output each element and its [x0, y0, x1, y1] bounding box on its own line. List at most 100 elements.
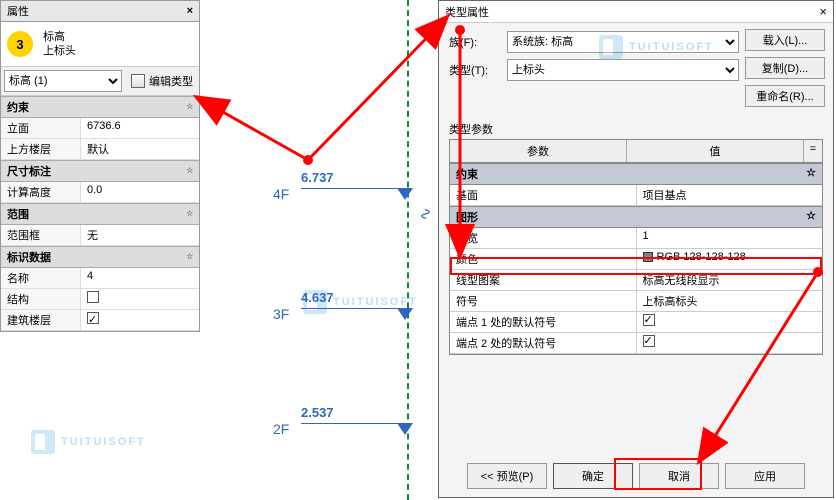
close-icon[interactable]: × — [187, 5, 193, 17]
param-row[interactable]: 线宽1 — [450, 228, 822, 249]
copy-button[interactable]: 复制(D)... — [745, 57, 825, 79]
property-value[interactable]: 6736.6 — [81, 118, 199, 138]
instance-selector-row: 标高 (1) 编辑类型 — [1, 67, 199, 96]
checkbox-icon[interactable]: ✓ — [87, 312, 99, 324]
color-swatch — [643, 252, 653, 262]
type-label: 上标头 — [43, 44, 76, 58]
property-row[interactable]: 建筑楼层✓ — [1, 310, 199, 331]
param-value[interactable] — [637, 333, 823, 353]
instance-selector[interactable]: 标高 (1) — [4, 70, 122, 92]
col-value: 值 — [627, 140, 804, 162]
watermark-logo-icon — [31, 430, 55, 454]
param-key: 颜色 — [450, 249, 637, 269]
param-value[interactable]: 1 — [637, 228, 823, 248]
property-key: 立面 — [1, 118, 81, 138]
col-param: 参数 — [450, 140, 627, 162]
level-head-icon — [397, 423, 413, 435]
family-label: 族(F): — [449, 34, 507, 50]
param-value[interactable]: 项目基点 — [637, 185, 823, 205]
level-floor: 3F — [273, 306, 289, 322]
property-value[interactable] — [81, 289, 199, 309]
type-parameters-label: 类型参数 — [449, 121, 823, 137]
type-label: 类型(T): — [449, 62, 507, 78]
table-header: 参数 值 = — [450, 140, 822, 163]
property-row[interactable]: 范围框无 — [1, 225, 199, 246]
close-icon[interactable]: × — [819, 4, 827, 19]
property-value[interactable]: ✓ — [81, 310, 199, 330]
param-key: 基面 — [450, 185, 637, 205]
level-head-icon — [397, 308, 413, 320]
level-head-icon — [397, 188, 413, 200]
section-header[interactable]: 约束☆ — [450, 163, 822, 185]
properties-title: 属性 — [7, 3, 29, 19]
section-header[interactable]: 图形☆ — [450, 206, 822, 228]
param-value[interactable] — [637, 312, 823, 332]
property-key: 结构 — [1, 289, 81, 309]
param-row[interactable]: 端点 2 处的默认符号 — [450, 333, 822, 354]
param-key: 线型图案 — [450, 270, 637, 290]
ok-button[interactable]: 确定 — [553, 463, 633, 489]
param-key: 端点 1 处的默认符号 — [450, 312, 637, 332]
properties-panel: 属性 × 3 标高 上标头 标高 (1) 编辑类型 约束☆立面6736.6上方楼… — [0, 0, 200, 332]
properties-title-bar: 属性 × — [1, 1, 199, 22]
param-row[interactable]: 基面项目基点 — [450, 185, 822, 206]
preview-button[interactable]: << 预览(P) — [467, 463, 547, 489]
property-row[interactable]: 计算高度0.0 — [1, 182, 199, 203]
param-value[interactable]: 上标高标头 — [637, 291, 823, 311]
param-value[interactable]: 标高无线段显示 — [637, 270, 823, 290]
group-header[interactable]: 标识数据☆ — [1, 246, 199, 268]
property-row[interactable]: 立面6736.6 — [1, 118, 199, 139]
level-value: 2.537 — [301, 405, 334, 420]
cancel-button[interactable]: 取消 — [639, 463, 719, 489]
level-line — [301, 308, 411, 309]
level-marker[interactable]: 4.6373F — [301, 290, 334, 305]
property-key: 计算高度 — [1, 182, 81, 202]
param-row[interactable]: 符号上标高标头 — [450, 291, 822, 312]
watermark: TUITUISOFT — [599, 35, 714, 59]
load-button[interactable]: 载入(L)... — [745, 29, 825, 51]
edit-type-icon — [131, 74, 145, 88]
dialog-footer: << 预览(P) 确定 取消 应用 — [439, 463, 833, 489]
dialog-title-bar: 类型属性 × — [439, 1, 833, 23]
checkbox-icon[interactable] — [87, 291, 99, 303]
col-eq: = — [804, 140, 822, 162]
watermark-logo-icon — [599, 35, 623, 59]
group-header[interactable]: 尺寸标注☆ — [1, 160, 199, 182]
level-marker[interactable]: 2.5372F — [301, 405, 334, 420]
param-row[interactable]: 线型图案标高无线段显示 — [450, 270, 822, 291]
property-row[interactable]: 结构 — [1, 289, 199, 310]
property-value[interactable]: 无 — [81, 225, 199, 245]
property-row[interactable]: 名称4 — [1, 268, 199, 289]
property-value[interactable]: 默认 — [81, 139, 199, 159]
param-key: 线宽 — [450, 228, 637, 248]
rename-button[interactable]: 重命名(R)... — [745, 85, 825, 107]
level-marker[interactable]: 6.7374F — [301, 170, 334, 185]
property-row[interactable]: 上方楼层默认 — [1, 139, 199, 160]
break-symbol: ∿ — [416, 207, 436, 220]
type-parameters-table: 参数 值 = 约束☆基面项目基点图形☆线宽1颜色RGB 128-128-128线… — [449, 139, 823, 355]
apply-button[interactable]: 应用 — [725, 463, 805, 489]
property-value[interactable]: 0.0 — [81, 182, 199, 202]
watermark: TUITUISOFT — [31, 430, 146, 454]
type-properties-dialog: 类型属性 × 族(F): 系统族: 标高 类型(T): 上标头 载入(L)...… — [438, 0, 834, 498]
edit-type-label: 编辑类型 — [149, 73, 193, 89]
step-badge-3: 3 — [7, 31, 33, 57]
property-key: 名称 — [1, 268, 81, 288]
edit-type-button[interactable]: 编辑类型 — [125, 67, 199, 95]
checkbox-icon[interactable] — [643, 314, 655, 326]
level-floor: 2F — [273, 421, 289, 437]
type-select[interactable]: 上标头 — [507, 59, 739, 81]
checkbox-icon[interactable] — [643, 335, 655, 347]
level-line — [301, 423, 411, 424]
group-header[interactable]: 范围☆ — [1, 203, 199, 225]
level-floor: 4F — [273, 186, 289, 202]
param-value[interactable]: RGB 128-128-128 — [637, 249, 823, 269]
properties-header[interactable]: 3 标高 上标头 — [1, 22, 199, 67]
group-header[interactable]: 约束☆ — [1, 96, 199, 118]
property-key: 范围框 — [1, 225, 81, 245]
type-parameters: 类型参数 参数 值 = 约束☆基面项目基点图形☆线宽1颜色RGB 128-128… — [449, 121, 823, 355]
param-row[interactable]: 端点 1 处的默认符号 — [450, 312, 822, 333]
level-value: 4.637 — [301, 290, 334, 305]
param-row[interactable]: 颜色RGB 128-128-128 — [450, 249, 822, 270]
property-value[interactable]: 4 — [81, 268, 199, 288]
